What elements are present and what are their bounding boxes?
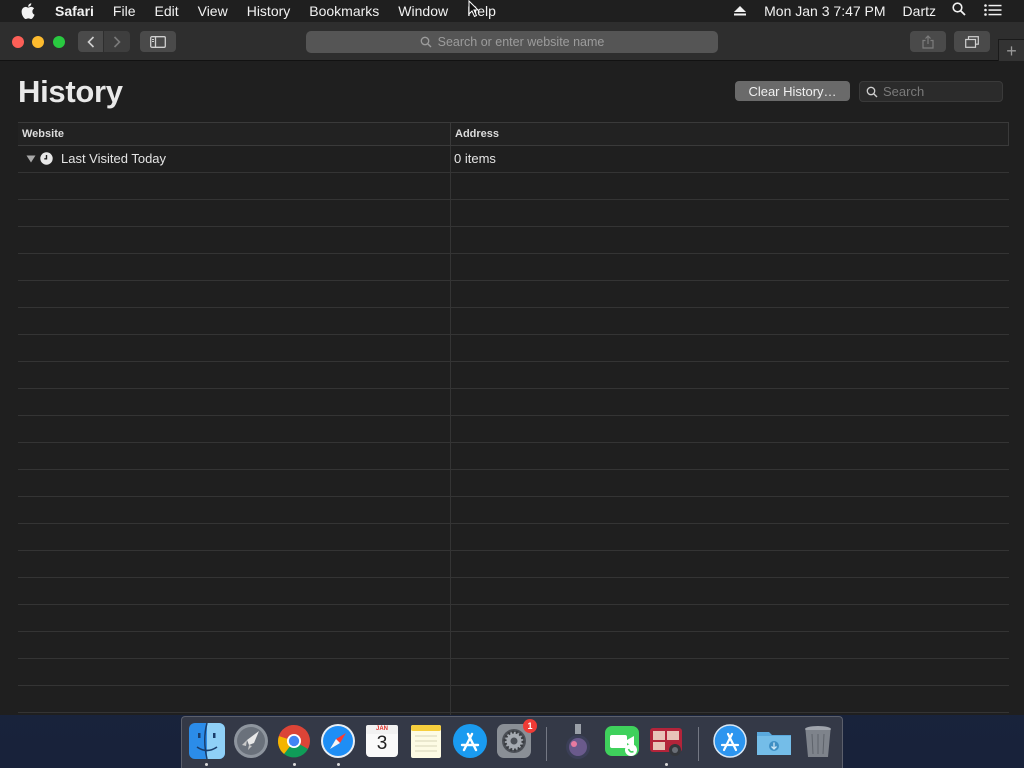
dock-chrome-icon[interactable] <box>275 722 313 760</box>
table-row <box>18 470 1009 497</box>
table-row <box>18 416 1009 443</box>
forward-button[interactable] <box>104 31 130 52</box>
dock-separator <box>698 727 699 761</box>
menu-file[interactable]: File <box>103 0 145 22</box>
tabs-overview-icon <box>965 35 979 48</box>
table-row <box>18 308 1009 335</box>
disclosure-triangle-icon[interactable] <box>26 154 36 164</box>
new-tab-button[interactable]: + <box>998 39 1024 61</box>
table-row <box>18 578 1009 605</box>
column-separator-line <box>450 146 451 715</box>
chevron-right-icon <box>113 35 121 48</box>
notification-center-icon[interactable] <box>984 0 1002 22</box>
history-search-field[interactable]: Search <box>859 81 1003 102</box>
dock-safari-icon[interactable] <box>319 722 357 760</box>
running-indicator <box>293 763 296 766</box>
dock-app-store-icon[interactable] <box>451 722 489 760</box>
column-divider-end <box>1008 123 1009 145</box>
dock-trash-icon[interactable] <box>799 722 837 760</box>
menu-bookmarks[interactable]: Bookmarks <box>300 0 389 22</box>
show-all-tabs-button[interactable] <box>954 31 990 52</box>
menu-app-name[interactable]: Safari <box>55 0 103 22</box>
history-group-count: 0 items <box>454 151 496 166</box>
page-title: History <box>18 74 123 109</box>
table-row <box>18 173 1009 200</box>
menu-help[interactable]: Help <box>458 0 506 22</box>
menu-history[interactable]: History <box>237 0 300 22</box>
table-row <box>18 335 1009 362</box>
table-rows: Last Visited Today 0 items <box>18 146 1009 713</box>
history-page: History Clear History… Search Website Ad… <box>0 62 1024 715</box>
search-placeholder: Search <box>883 84 925 99</box>
dock-notes-icon[interactable] <box>407 722 445 760</box>
column-header-address[interactable]: Address <box>455 123 499 145</box>
menubar-clock[interactable]: Mon Jan 3 7:47 PM <box>764 0 885 22</box>
table-row <box>18 227 1009 254</box>
table-row <box>18 200 1009 227</box>
running-indicator <box>665 763 668 766</box>
show-sidebar-button[interactable] <box>140 31 176 52</box>
menu-window[interactable]: Window <box>389 0 458 22</box>
history-table: Website Address Last Visited Today 0 ite… <box>18 122 1009 715</box>
apple-menu-icon[interactable] <box>19 0 37 22</box>
navigation-buttons <box>78 31 130 52</box>
table-row <box>18 443 1009 470</box>
dock-finder-icon[interactable] <box>188 722 226 760</box>
table-row <box>18 686 1009 713</box>
table-row <box>18 497 1009 524</box>
search-icon <box>866 86 878 98</box>
history-group-row[interactable]: Last Visited Today 0 items <box>18 146 1009 173</box>
running-indicator <box>205 763 208 766</box>
table-row <box>18 605 1009 632</box>
table-row <box>18 254 1009 281</box>
table-row <box>18 659 1009 686</box>
calendar-month: JAN <box>375 726 388 732</box>
eject-icon[interactable] <box>734 0 747 22</box>
address-bar[interactable]: Search or enter website name <box>306 31 718 53</box>
menu-view[interactable]: View <box>188 0 237 22</box>
history-group-label: Last Visited Today <box>61 151 167 166</box>
share-button[interactable] <box>910 31 946 52</box>
calendar-day: 3 <box>376 733 388 754</box>
dock: JAN 3 1 <box>181 716 843 768</box>
table-row <box>18 524 1009 551</box>
table-row <box>18 389 1009 416</box>
window-toolbar: Search or enter website name + <box>0 22 1024 61</box>
table-row <box>18 362 1009 389</box>
spotlight-search-icon[interactable] <box>952 0 966 22</box>
chevron-left-icon <box>86 35 94 48</box>
fullscreen-window-button[interactable] <box>53 36 65 48</box>
table-header: Website Address <box>18 122 1009 146</box>
table-row <box>18 551 1009 578</box>
address-placeholder: Search or enter website name <box>437 35 605 49</box>
safari-window: Search or enter website name + History C… <box>0 22 1024 715</box>
dock-system-preferences-icon[interactable]: 1 <box>495 719 537 760</box>
dock-app-store-download-icon[interactable] <box>711 722 749 760</box>
minimize-window-button[interactable] <box>32 36 44 48</box>
column-divider[interactable] <box>450 123 451 145</box>
menubar-user[interactable]: Dartz <box>903 0 936 22</box>
dock-calendar-icon[interactable]: JAN 3 <box>363 722 401 760</box>
back-button[interactable] <box>78 31 104 52</box>
mouse-cursor-icon <box>468 0 480 18</box>
menu-edit[interactable]: Edit <box>145 0 188 22</box>
clock-icon <box>40 152 53 165</box>
dock-utility-app-icon[interactable] <box>559 722 597 760</box>
column-header-website[interactable]: Website <box>22 123 64 145</box>
menu-bar: Safari File Edit View History Bookmarks … <box>0 0 1024 22</box>
table-row <box>18 281 1009 308</box>
running-indicator <box>337 763 340 766</box>
table-row <box>18 632 1009 659</box>
share-icon <box>922 34 934 49</box>
dock-launchpad-icon[interactable] <box>232 722 270 760</box>
dock-separator <box>546 727 547 761</box>
close-window-button[interactable] <box>12 36 24 48</box>
notification-badge: 1 <box>523 719 537 733</box>
dock-downloads-folder-icon[interactable] <box>755 722 793 760</box>
sidebar-icon <box>150 35 166 48</box>
dock-facetime-icon[interactable] <box>603 722 641 760</box>
search-icon <box>420 36 432 48</box>
clear-history-button[interactable]: Clear History… <box>735 81 850 101</box>
dock-photo-booth-icon[interactable] <box>647 722 685 760</box>
